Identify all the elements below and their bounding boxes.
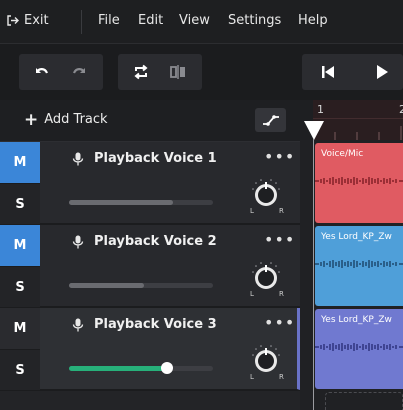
ruler-mark-2: 2 bbox=[399, 103, 403, 116]
track-name: Playback Voice 3 bbox=[72, 317, 217, 332]
undo-button[interactable] bbox=[24, 54, 60, 90]
microphone-icon bbox=[72, 318, 84, 331]
view-menu[interactable]: View bbox=[179, 13, 210, 28]
waveform-icon bbox=[315, 177, 403, 185]
loop-icon bbox=[134, 64, 148, 80]
pan-left-label: L bbox=[250, 290, 254, 298]
ruler-ticks bbox=[313, 118, 403, 140]
undo-redo-group bbox=[19, 54, 103, 90]
drop-zone[interactable] bbox=[325, 392, 403, 410]
tracks-footer bbox=[0, 391, 300, 410]
pan-right-label: R bbox=[279, 290, 284, 298]
tracks-header: + Add Track bbox=[0, 100, 300, 142]
track-name-label: Playback Voice 3 bbox=[94, 317, 217, 332]
transport-controls bbox=[302, 54, 403, 90]
add-track-button[interactable]: + Add Track bbox=[24, 109, 108, 130]
pan-left-label: L bbox=[250, 373, 254, 381]
pan-left-label: L bbox=[250, 207, 254, 215]
automation-icon bbox=[262, 115, 279, 126]
track-playback-voice-3[interactable]: M S Playback Voice 3 ••• L R bbox=[0, 308, 300, 390]
exit-icon bbox=[7, 15, 19, 26]
solo-button[interactable]: S bbox=[0, 183, 40, 224]
track-name-label: Playback Voice 1 bbox=[94, 151, 217, 166]
menu-divider bbox=[81, 10, 82, 34]
clip-yes-lord-2[interactable]: Yes Lord_KP_Zw bbox=[315, 309, 403, 389]
add-track-label: Add Track bbox=[44, 112, 108, 127]
file-menu[interactable]: File bbox=[98, 13, 120, 28]
track-playback-voice-1[interactable]: M S Playback Voice 1 ••• L R bbox=[0, 142, 300, 224]
microphone-icon bbox=[72, 235, 84, 248]
redo-button[interactable] bbox=[61, 54, 97, 90]
volume-slider[interactable] bbox=[69, 200, 213, 205]
volume-slider[interactable] bbox=[69, 283, 213, 288]
solo-button[interactable]: S bbox=[0, 266, 40, 307]
loop-button[interactable] bbox=[123, 54, 159, 90]
playhead-line bbox=[313, 139, 314, 410]
clip-yes-lord-1[interactable]: Yes Lord_KP_Zw bbox=[315, 226, 403, 306]
pan-knob[interactable]: L R bbox=[246, 343, 286, 383]
volume-slider-handle[interactable] bbox=[160, 362, 173, 374]
exit-label: Exit bbox=[24, 13, 49, 28]
track-name-label: Playback Voice 2 bbox=[94, 234, 217, 249]
volume-fill bbox=[69, 283, 144, 288]
help-menu[interactable]: Help bbox=[298, 13, 328, 28]
skip-back-icon bbox=[322, 66, 334, 78]
track-options-button[interactable]: ••• bbox=[264, 313, 295, 332]
ruler-mark-1: 1 bbox=[317, 103, 324, 116]
microphone-icon bbox=[72, 152, 84, 165]
volume-slider[interactable] bbox=[69, 362, 213, 374]
mute-button[interactable]: M bbox=[0, 225, 40, 266]
pan-knob[interactable]: L R bbox=[246, 177, 286, 217]
timeline-ruler[interactable]: 1 2 bbox=[313, 100, 403, 140]
pan-right-label: R bbox=[279, 207, 284, 215]
redo-icon bbox=[72, 68, 85, 74]
playhead-marker-icon[interactable] bbox=[303, 120, 325, 142]
solo-button[interactable]: S bbox=[0, 349, 40, 390]
skip-back-button[interactable] bbox=[310, 54, 346, 90]
clip-voice-mic[interactable]: Voice/Mic bbox=[315, 143, 403, 223]
edit-menu[interactable]: Edit bbox=[138, 13, 163, 28]
waveform-icon bbox=[315, 260, 403, 268]
automation-button[interactable] bbox=[255, 108, 286, 132]
play-icon bbox=[377, 65, 388, 79]
undo-icon bbox=[36, 68, 49, 74]
track-name: Playback Voice 2 bbox=[72, 234, 217, 249]
split-icon bbox=[170, 65, 185, 79]
clip-title: Voice/Mic bbox=[321, 149, 364, 159]
loop-split-group bbox=[118, 54, 202, 90]
track-options-button[interactable]: ••• bbox=[264, 230, 295, 249]
waveform-icon bbox=[315, 343, 403, 351]
track-name: Playback Voice 1 bbox=[72, 151, 217, 166]
mute-button[interactable]: M bbox=[0, 142, 40, 183]
mute-button[interactable]: M bbox=[0, 308, 40, 349]
pan-right-label: R bbox=[279, 373, 284, 381]
pan-knob[interactable]: L R bbox=[246, 260, 286, 300]
clip-title: Yes Lord_KP_Zw bbox=[321, 232, 392, 242]
volume-fill bbox=[69, 366, 167, 371]
menu-bar: Exit File Edit View Settings Help bbox=[0, 0, 403, 44]
plus-icon: + bbox=[24, 109, 39, 130]
volume-fill bbox=[69, 200, 173, 205]
track-playback-voice-2[interactable]: M S Playback Voice 2 ••• L R bbox=[0, 225, 300, 307]
track-options-button[interactable]: ••• bbox=[264, 147, 295, 166]
exit-menu[interactable]: Exit bbox=[6, 13, 49, 28]
play-button[interactable] bbox=[364, 54, 400, 90]
clip-title: Yes Lord_KP_Zw bbox=[321, 315, 392, 325]
settings-menu[interactable]: Settings bbox=[228, 13, 281, 28]
split-button[interactable] bbox=[160, 54, 196, 90]
